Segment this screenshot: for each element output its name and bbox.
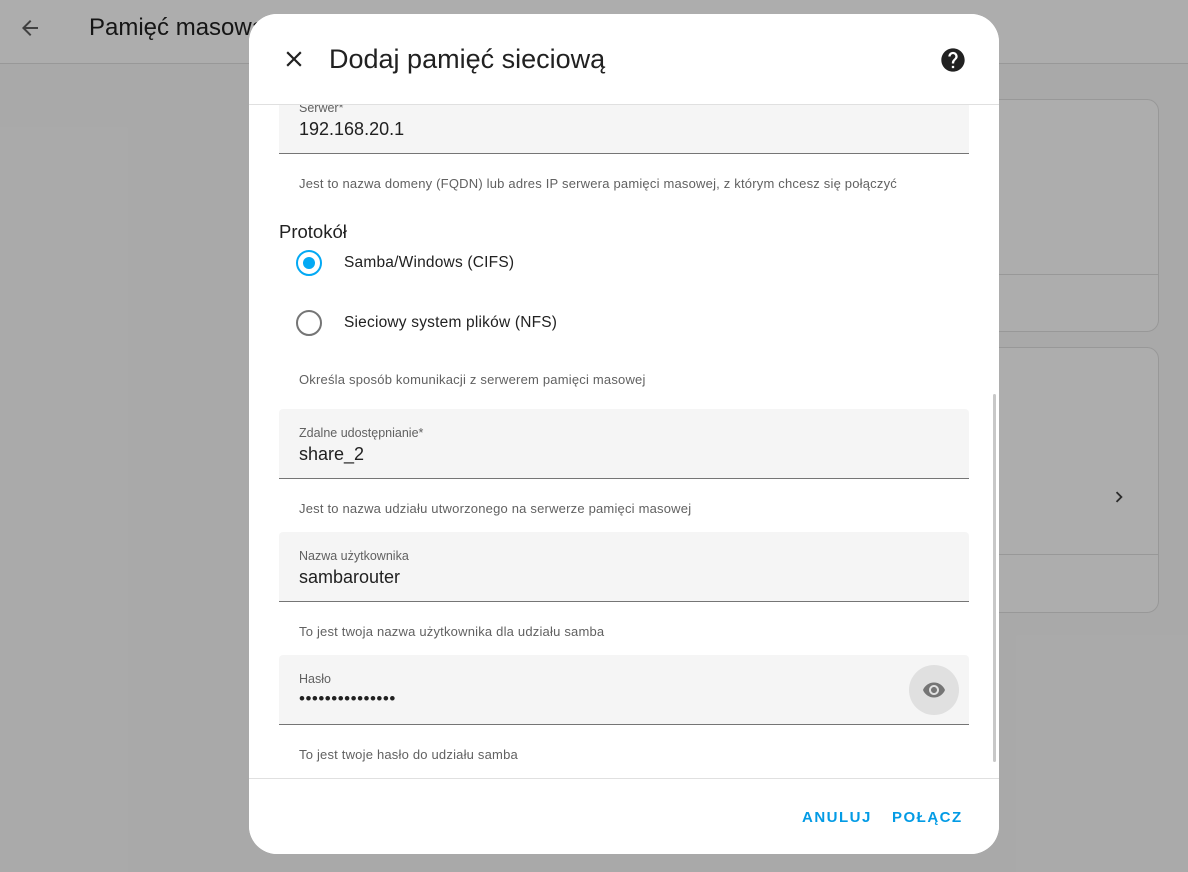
radio-cifs-label: Samba/Windows (CIFS): [344, 254, 515, 271]
server-helper: Jest to nazwa domeny (FQDN) lub adres IP…: [299, 176, 897, 191]
toggle-password-visibility-button[interactable]: [909, 665, 959, 715]
server-field[interactable]: Serwer* 192.168.20.1: [279, 105, 969, 154]
password-field[interactable]: Hasło •••••••••••••••: [279, 655, 969, 725]
radio-cifs[interactable]: Samba/Windows (CIFS): [296, 250, 514, 276]
protocol-helper: Określa sposób komunikacji z serwerem pa…: [299, 372, 646, 387]
help-circle-icon: [941, 48, 965, 72]
close-icon: [286, 51, 302, 67]
radio-button-checked[interactable]: [296, 250, 322, 276]
username-field[interactable]: Nazwa użytkownika sambarouter: [279, 532, 969, 602]
remote-share-field[interactable]: Zdalne udostępnianie* share_2: [279, 409, 969, 479]
server-value: 192.168.20.1: [299, 119, 405, 139]
add-network-storage-dialog: Dodaj pamięć sieciową Serwer* 192.168.20…: [249, 14, 999, 854]
remote-share-value: share_2: [299, 444, 365, 464]
username-value: sambarouter: [299, 567, 401, 587]
radio-button[interactable]: [296, 310, 322, 336]
close-button[interactable]: [274, 39, 314, 79]
username-label: Nazwa użytkownika: [299, 549, 409, 563]
dialog-footer: ANULUJ POŁĄCZ: [249, 778, 999, 854]
password-helper: To jest twoje hasło do udziału samba: [299, 747, 518, 762]
remote-share-helper: Jest to nazwa udziału utworzonego na ser…: [299, 501, 692, 516]
username-helper: To jest twoja nazwa użytkownika dla udzi…: [299, 624, 605, 639]
eye-icon: [923, 682, 945, 698]
scrollbar[interactable]: [993, 394, 996, 762]
dialog-content[interactable]: Serwer* 192.168.20.1 Jest to nazwa domen…: [249, 105, 999, 778]
radio-nfs[interactable]: Sieciowy system plików (NFS): [296, 310, 557, 336]
password-label: Hasło: [299, 672, 331, 686]
connect-button[interactable]: POŁĄCZ: [892, 809, 963, 826]
cancel-button[interactable]: ANULUJ: [802, 809, 872, 826]
protocol-title: Protokół: [279, 221, 347, 242]
password-value: •••••••••••••••: [299, 689, 396, 708]
dialog-title: Dodaj pamięć sieciową: [329, 44, 606, 74]
server-label: Serwer*: [299, 105, 344, 115]
dialog-header: Dodaj pamięć sieciową: [249, 14, 999, 105]
help-button[interactable]: [935, 42, 971, 78]
radio-nfs-label: Sieciowy system plików (NFS): [344, 314, 558, 331]
remote-share-label: Zdalne udostępnianie*: [299, 426, 424, 440]
